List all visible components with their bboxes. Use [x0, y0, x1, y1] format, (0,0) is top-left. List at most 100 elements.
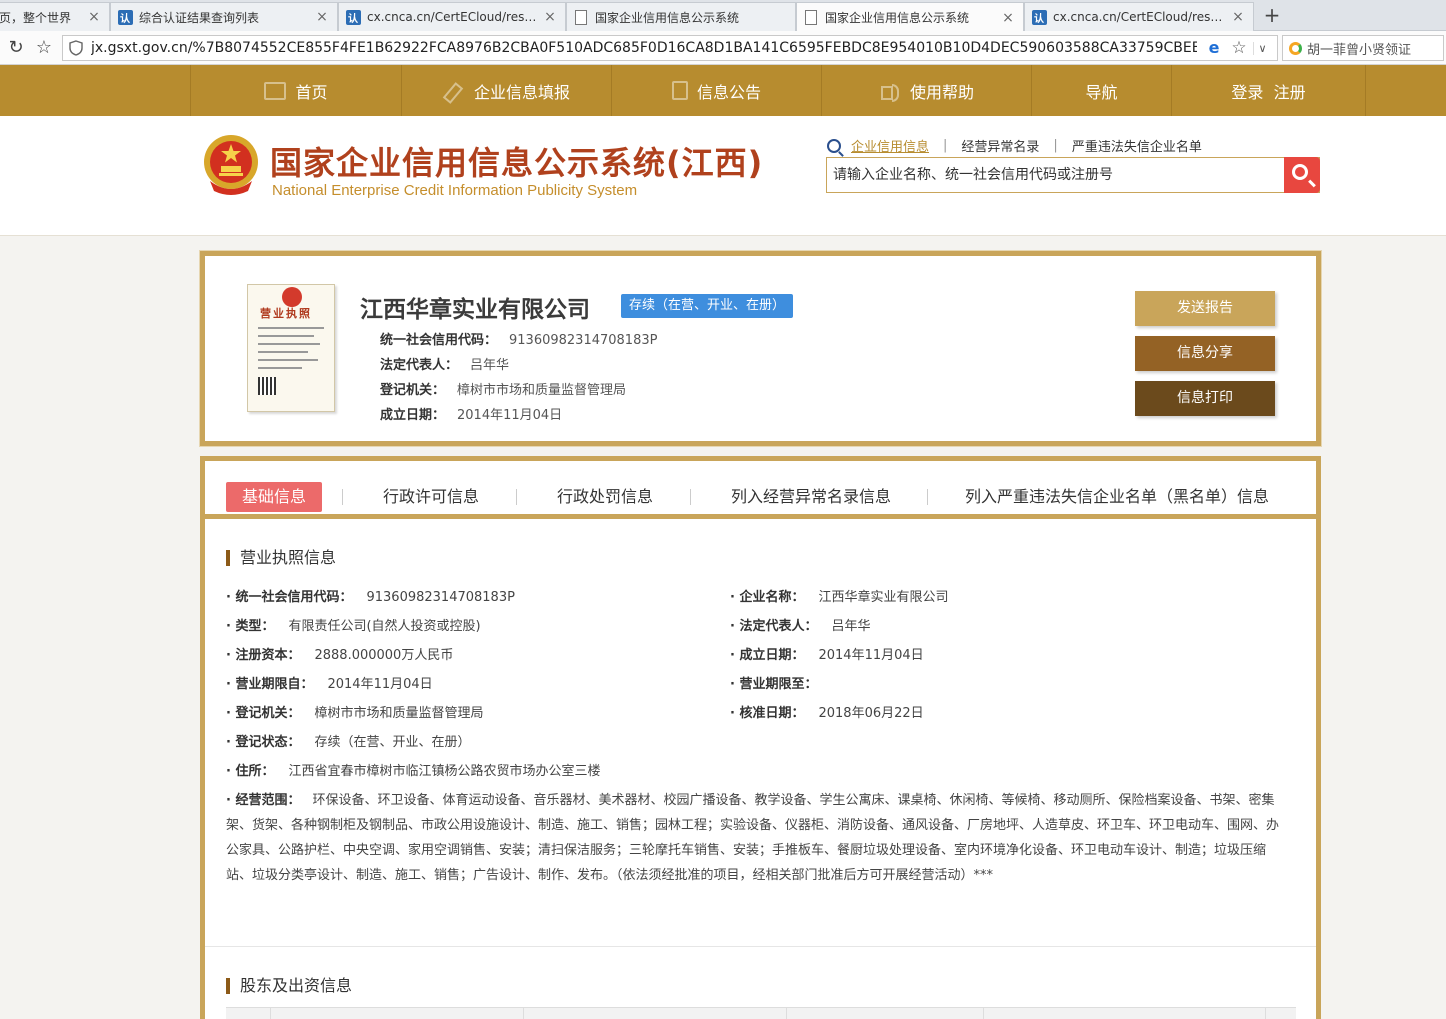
tab-title: 国家企业信用信息公示系统 — [595, 10, 740, 25]
address-toolbar: ↻ ☆ jx.gsxt.gov.cn/%7B8074552CE855F4FE1B… — [0, 31, 1446, 65]
close-icon[interactable]: × — [87, 9, 101, 25]
field-value: 2014年11月04日 — [327, 677, 433, 692]
reload-icon[interactable]: ↻ — [4, 36, 28, 60]
section-divider — [205, 946, 1316, 947]
field-value: 存续（在营、开业、在册） — [314, 735, 471, 750]
field-value: 江西省宜春市樟树市临江镇杨公路农贸市场办公室三楼 — [288, 764, 601, 779]
detail-panel: 基础信息 行政许可信息 行政处罚信息 列入经营异常名录信息 列入严重违法失信企业… — [200, 456, 1321, 1019]
ie-engine-icon[interactable]: e — [1205, 39, 1223, 57]
search-button[interactable] — [1284, 157, 1320, 193]
nav-enterprise-report[interactable]: 企业信息填报 — [401, 65, 611, 116]
detail-tabs: 基础信息 行政许可信息 行政处罚信息 列入经营异常名录信息 列入严重违法失信企业… — [205, 461, 1316, 519]
field-label: 登记状态： — [226, 735, 300, 750]
info-row: 统一社会信用代码： 91360982314708183P — [226, 586, 515, 605]
site-icon: 认 — [345, 9, 361, 25]
site-title: 国家企业信用信息公示系统(江西) — [270, 144, 764, 182]
pen-icon — [443, 82, 465, 100]
tab-title: 国家企业信用信息公示系统 — [825, 11, 970, 25]
share-info-button[interactable]: 信息分享 — [1135, 336, 1275, 371]
company-field: 成立日期： 2014年11月04日 — [380, 404, 562, 423]
info-row: 类型： 有限责任公司(自然人投资或控股) — [226, 615, 481, 634]
document-icon — [671, 81, 688, 100]
send-report-button[interactable]: 发送报告 — [1135, 291, 1275, 326]
browser-tab[interactable]: 认 cx.cnca.cn/CertECloud/result/ × — [1024, 2, 1254, 31]
field-label: 核准日期： — [730, 706, 804, 721]
business-scope: 经营范围：环保设备、环卫设备、体育运动设备、音乐器材、美术器材、校园广播设备、教… — [226, 788, 1286, 888]
nav-label: 使用帮助 — [909, 82, 974, 102]
new-tab-button[interactable]: + — [1260, 3, 1284, 27]
field-label: 类型： — [226, 619, 274, 634]
site-subtitle: National Enterprise Credit Information P… — [272, 182, 638, 199]
site-nav: 首页 企业信息填报 信息公告 使用帮助 导航 登录 注册 — [0, 65, 1446, 116]
browser-tab-active[interactable]: 国家企业信用信息公示系统 × — [796, 2, 1024, 32]
company-field: 登记机关： 樟树市市场和质量监督管理局 — [380, 379, 626, 398]
qr-code-icon — [258, 377, 276, 395]
business-license-thumbnail[interactable]: 营业执照 — [247, 284, 335, 412]
tab-basic-info[interactable]: 基础信息 — [226, 482, 322, 512]
info-row: 注册资本： 2888.000000万人民币 — [226, 644, 453, 663]
info-row: 营业期限至： — [730, 673, 831, 692]
close-icon[interactable]: × — [1231, 9, 1245, 25]
browser-tab[interactable]: 页，整个世界 × — [0, 2, 110, 31]
browser-tab[interactable]: 国家企业信用信息公示系统 — [566, 2, 796, 31]
nav-home[interactable]: 首页 — [190, 65, 401, 116]
field-label: 营业期限自： — [226, 677, 313, 692]
nav-label: 登录 注册 — [1231, 82, 1306, 102]
bookmark-star-icon[interactable]: ☆ — [1229, 38, 1249, 58]
tab-admin-penalty[interactable]: 行政处罚信息 — [547, 482, 663, 512]
tab-abnormal-list[interactable]: 列入经营异常名录信息 — [721, 482, 901, 512]
field-value: 2018年06月22日 — [818, 706, 924, 721]
search-type-blacklist[interactable]: 严重违法失信企业名单 — [1058, 136, 1216, 155]
nav-help[interactable]: 使用帮助 — [821, 65, 1031, 116]
monitor-icon — [264, 81, 287, 100]
field-label: 统一社会信用代码： — [226, 590, 352, 605]
company-name: 江西华章实业有限公司 — [360, 297, 590, 323]
nav-login-register[interactable]: 登录 注册 — [1171, 65, 1366, 116]
browser-search-input[interactable]: 胡一菲曾小贤领证 — [1282, 35, 1444, 61]
url-field[interactable]: jx.gsxt.gov.cn/%7B8074552CE855F4FE1B6292… — [62, 35, 1278, 61]
search-icon — [1292, 164, 1308, 180]
nav-navigation[interactable]: 导航 — [1031, 65, 1171, 116]
info-row: 企业名称： 江西华章实业有限公司 — [730, 586, 949, 605]
info-row: 住所： 江西省宜春市樟树市临江镇杨公路农贸市场办公室三楼 — [226, 760, 601, 779]
field-value: 2014年11月04日 — [818, 648, 924, 663]
nav-label: 企业信息填报 — [473, 82, 570, 102]
field-value: 吕年华 — [831, 619, 871, 634]
browser-tab[interactable]: 认 cx.cnca.cn/CertECloud/result/ × — [338, 2, 566, 31]
field-value: 吕年华 — [470, 358, 510, 373]
info-row: 成立日期： 2014年11月04日 — [730, 644, 924, 663]
nav-announcements[interactable]: 信息公告 — [611, 65, 821, 116]
close-icon[interactable]: × — [1001, 10, 1015, 26]
field-label: 成立日期： — [730, 648, 804, 663]
company-card: 营业执照 江西华章实业有限公司 存续（在营、开业、在册） 统一社会信用代码： 91… — [200, 251, 1321, 446]
tab-title: cx.cnca.cn/CertECloud/result/ — [367, 10, 537, 24]
tab-admin-license[interactable]: 行政许可信息 — [373, 482, 489, 512]
shareholder-table-header — [226, 1007, 1296, 1019]
browser-tab-bar: 页，整个世界 × 认 综合认证结果查询列表 × 认 cx.cnca.cn/Cer… — [0, 0, 1446, 32]
close-icon[interactable]: × — [543, 9, 557, 25]
info-row: 登记机关： 樟树市市场和质量监督管理局 — [226, 702, 484, 721]
close-icon[interactable]: × — [315, 9, 329, 25]
field-label: 登记机关： — [380, 383, 446, 398]
tab-blacklist[interactable]: 列入严重违法失信企业名单（黑名单）信息 — [957, 482, 1277, 512]
section-title-shareholders: 股东及出资信息 — [226, 978, 352, 994]
field-label: 营业期限至： — [730, 677, 817, 692]
status-badge: 存续（在营、开业、在册） — [621, 294, 794, 318]
enterprise-search-input[interactable] — [827, 158, 1283, 192]
field-label: 住所： — [226, 764, 274, 779]
tab-title: 页，整个世界 — [0, 10, 72, 25]
nav-label: 导航 — [1085, 82, 1118, 102]
browser-tab[interactable]: 认 综合认证结果查询列表 × — [110, 2, 338, 31]
search-type-links: 企业信用信息 | 经营异常名录 | 严重违法失信企业名单 — [827, 136, 1216, 155]
field-label: 法定代表人： — [730, 619, 817, 634]
star-icon[interactable]: ☆ — [32, 36, 56, 60]
search-type-credit[interactable]: 企业信用信息 — [851, 136, 943, 155]
field-value: 樟树市市场和质量监督管理局 — [457, 383, 627, 398]
chevron-down-icon[interactable]: ∨ — [1253, 41, 1271, 55]
print-info-button[interactable]: 信息打印 — [1135, 381, 1275, 416]
speaker-icon — [879, 82, 901, 102]
field-value: 2888.000000万人民币 — [314, 648, 454, 663]
search-type-abnormal[interactable]: 经营异常名录 — [947, 136, 1053, 155]
company-field: 统一社会信用代码： 91360982314708183P — [380, 329, 657, 348]
info-row: 登记状态： 存续（在营、开业、在册） — [226, 731, 471, 750]
